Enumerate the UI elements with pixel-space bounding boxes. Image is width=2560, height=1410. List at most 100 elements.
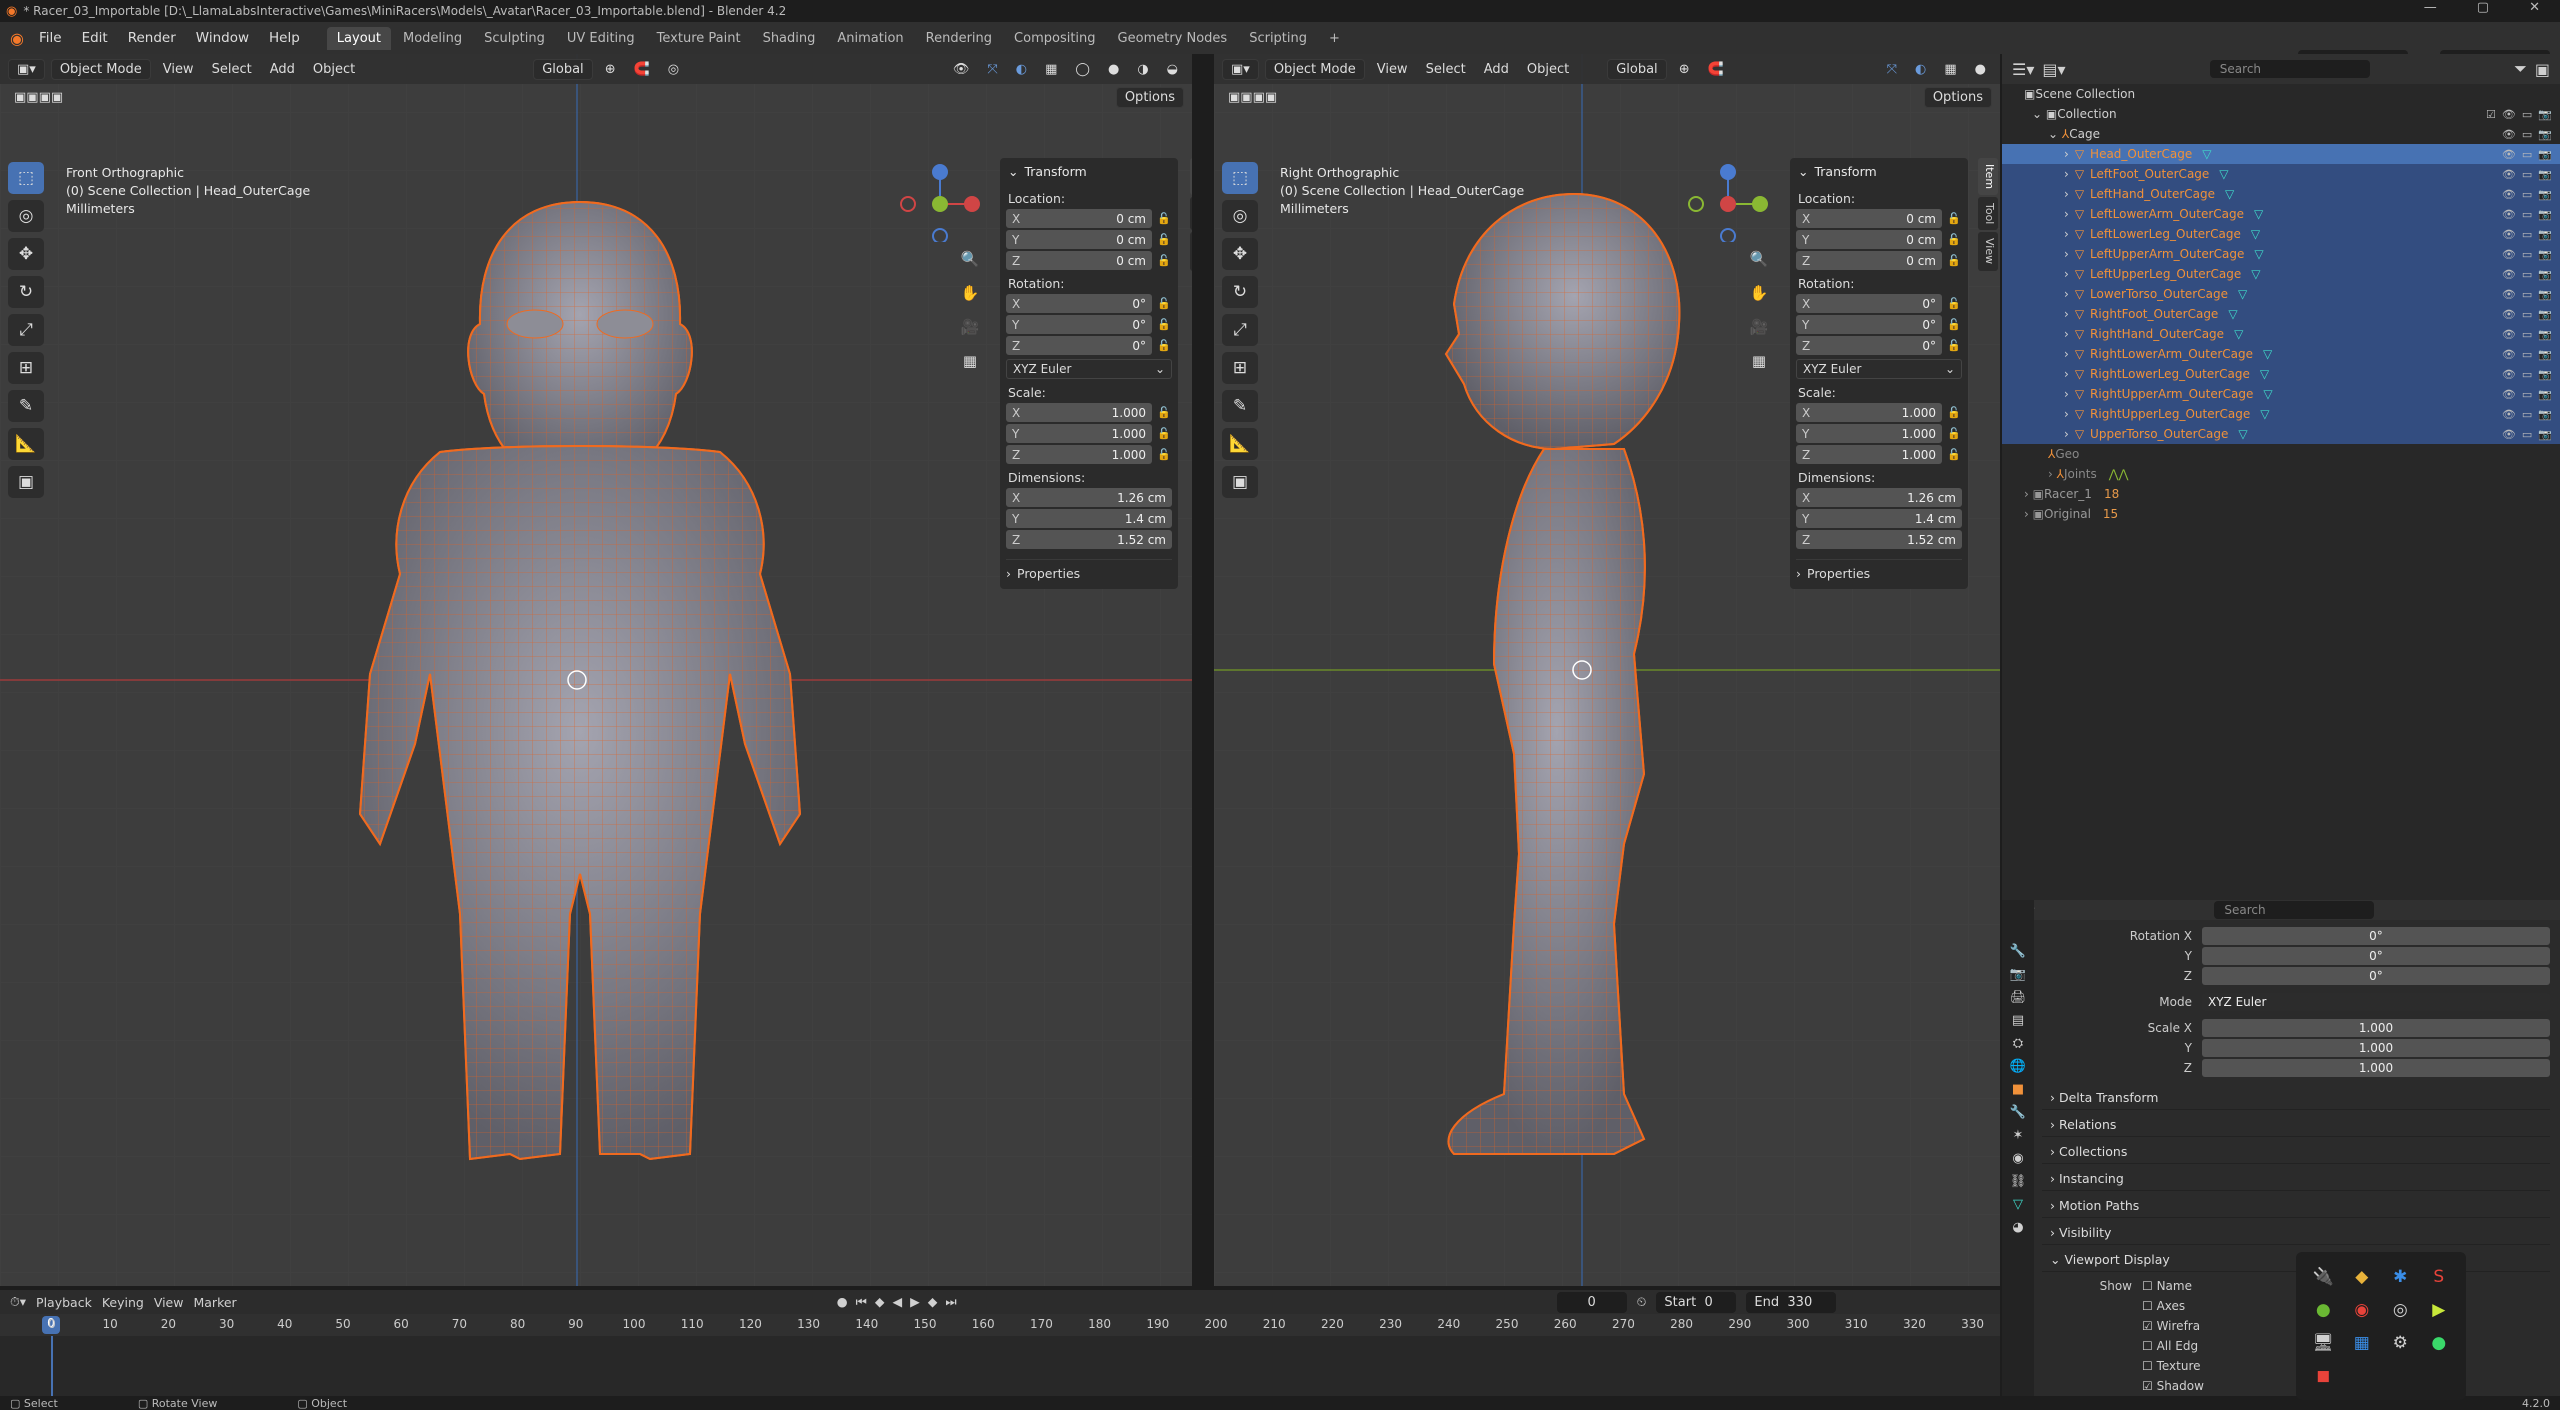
transform-tool-icon[interactable]: ⊞ — [1222, 352, 1258, 384]
shading-solid-icon[interactable]: ● — [1102, 60, 1125, 79]
outliner-cage-row[interactable]: › ▽ LeftUpperArm_OuterCage ▽ 👁 ▭ 📷 — [2002, 244, 2560, 264]
add-menu[interactable]: Add — [1478, 60, 1515, 79]
measure-tool-icon[interactable]: 📐 — [1222, 428, 1258, 460]
game-icon[interactable]: ◉ — [2345, 1295, 2380, 1324]
monitor-icon[interactable]: 🖥 — [2306, 1328, 2341, 1357]
scale-x-field[interactable]: 1.000 — [2202, 1019, 2550, 1037]
camera-icon[interactable]: 🎥 — [1744, 312, 1774, 342]
object-menu[interactable]: Object — [1521, 60, 1575, 79]
tab-animation[interactable]: Animation — [827, 27, 913, 50]
menu-help[interactable]: Help — [260, 27, 309, 49]
collapse-chevron-icon[interactable]: ⌄ — [1798, 164, 1808, 179]
xray-icon[interactable]: ▦ — [1938, 60, 1962, 79]
rotation-z-field[interactable]: 0° — [2202, 967, 2550, 985]
rotation-z-field[interactable]: Z 0° — [1796, 336, 1942, 355]
chevron-right-icon[interactable]: › — [2064, 247, 2069, 261]
outliner-cage-row[interactable]: › ▽ RightUpperArm_OuterCage ▽ 👁 ▭ 📷 — [2002, 384, 2560, 404]
scale-y-field[interactable]: Y 1.000 — [1796, 424, 1942, 443]
ortho-grid-icon[interactable]: ▦ — [1744, 346, 1774, 376]
scale-tool-icon[interactable]: ⤢ — [8, 314, 44, 346]
overlay-icon[interactable]: ◐ — [1010, 60, 1033, 79]
chevron-right-icon[interactable]: › — [2064, 327, 2069, 341]
play-icon[interactable]: ▶ — [910, 1294, 920, 1310]
joints-collection-row[interactable]: › ⅄ Joints ⋀⋀ — [2002, 464, 2560, 484]
chevron-right-icon[interactable]: › — [2064, 427, 2069, 441]
show-wireframe-checkbox[interactable]: ☑ Wirefra — [2142, 1319, 2200, 1333]
lock-icon[interactable]: 🔓 — [1946, 339, 1962, 352]
scale-x-field[interactable]: X 1.000 — [1006, 403, 1152, 422]
tab-layout[interactable]: Layout — [326, 26, 391, 50]
geo-collection-row[interactable]: ⅄ Geo — [2002, 444, 2560, 464]
lock-icon[interactable]: 🔓 — [1946, 427, 1962, 440]
tab-uv-editing[interactable]: UV Editing — [557, 27, 645, 50]
outliner-cage-row[interactable]: › ▽ UpperTorso_OuterCage ▽ 👁 ▭ 📷 — [2002, 424, 2560, 444]
menu-render[interactable]: Render — [119, 27, 185, 49]
marker-menu[interactable]: Marker — [193, 1295, 236, 1310]
sidebar-tab-tool[interactable]: Tool — [1978, 197, 1998, 231]
rotation-y-field[interactable]: 0° — [2202, 947, 2550, 965]
chevron-right-icon[interactable]: › — [2064, 387, 2069, 401]
chevron-right-icon[interactable]: › — [2064, 287, 2069, 301]
annotate-tool-icon[interactable]: ✎ — [8, 390, 44, 422]
annotate-tool-icon[interactable]: ✎ — [1222, 390, 1258, 422]
ortho-grid-icon[interactable]: ▦ — [955, 346, 985, 376]
object-menu[interactable]: Object — [307, 60, 361, 79]
discord-icon[interactable]: ◼ — [2306, 1361, 2341, 1390]
location-x-field[interactable]: X0 cm — [1006, 209, 1152, 228]
timeline-ruler[interactable]: 0 0 10 20 30 40 50 60 70 80 90 100 110 120 130 140 150 1… — [0, 1314, 2000, 1336]
move-tool-icon[interactable]: ✥ — [1222, 238, 1258, 270]
world-tab-icon[interactable]: 🌐 — [2010, 1059, 2026, 1074]
lock-icon[interactable]: 🔓 — [1156, 233, 1172, 246]
usb-icon[interactable]: 🔌 — [2306, 1262, 2341, 1291]
collection-row[interactable]: ⌄ ▣ Collection ☑ 👁 ▭ 📷 — [2002, 104, 2560, 124]
navigation-gizmo[interactable] — [1688, 162, 1768, 242]
show-shadow-checkbox[interactable]: ☑ Shadow — [2142, 1379, 2204, 1393]
play-reverse-icon[interactable]: ◀ — [893, 1294, 903, 1310]
app-red-icon[interactable]: S — [2422, 1262, 2457, 1291]
outliner-search-input[interactable]: Search — [2209, 60, 2370, 78]
lock-icon[interactable]: 🔓 — [1946, 448, 1962, 461]
physics-tab-icon[interactable]: ◉ — [2012, 1151, 2023, 1166]
keying-menu[interactable]: Keying — [102, 1295, 144, 1310]
bluetooth-icon[interactable]: ✱ — [2383, 1262, 2418, 1291]
lock-icon[interactable]: 🔓 — [1946, 212, 1962, 225]
scale-x-field[interactable]: X 1.000 — [1796, 403, 1942, 422]
pan-icon[interactable]: ✋ — [1744, 278, 1774, 308]
lock-icon[interactable]: 🔓 — [1156, 254, 1172, 267]
spotify-icon[interactable]: ● — [2422, 1328, 2457, 1357]
show-axes-checkbox[interactable]: ☐ Axes — [2142, 1299, 2185, 1313]
rotation-x-field[interactable]: 0° — [2202, 927, 2550, 945]
show-all-edges-checkbox[interactable]: ☐ All Edg — [2142, 1339, 2198, 1353]
dimension-z-field[interactable]: Z 1.52 cm — [1796, 530, 1962, 549]
pivot-icon[interactable]: ⊕ — [1673, 60, 1696, 79]
chevron-right-icon[interactable]: › — [2064, 367, 2069, 381]
menu-window[interactable]: Window — [187, 27, 258, 49]
lock-icon[interactable]: 🔓 — [1946, 318, 1962, 331]
navigation-gizmo[interactable] — [900, 162, 980, 242]
chevron-right-icon[interactable]: › — [2064, 347, 2069, 361]
outliner-cage-row[interactable]: › ▽ LeftHand_OuterCage ▽ 👁 ▭ 📷 — [2002, 184, 2560, 204]
close-icon[interactable]: ✕ — [2529, 0, 2540, 15]
transform-tool-icon[interactable]: ⊞ — [8, 352, 44, 384]
relations-section[interactable]: › Relations — [2042, 1113, 2550, 1137]
location-y-field[interactable]: Y0 cm — [1796, 230, 1942, 249]
cage-collection-row[interactable]: ⌄ ⅄ Cage 👁 ▭ 📷 — [2002, 124, 2560, 144]
rotation-y-field[interactable]: Y 0° — [1006, 315, 1152, 334]
maximize-icon[interactable]: ▢ — [2477, 0, 2489, 15]
app-icon[interactable]: ◆ — [2345, 1262, 2380, 1291]
select-box-tool-icon[interactable]: ⬚ — [1222, 162, 1258, 194]
chevron-right-icon[interactable]: › — [2064, 147, 2069, 161]
current-frame-field[interactable]: 0 — [1556, 1291, 1627, 1313]
lock-icon[interactable]: 🔓 — [1156, 427, 1172, 440]
render-tab-icon[interactable]: 📷 — [2010, 967, 2026, 982]
sidebar-tab-item[interactable]: Item — [1978, 158, 1998, 196]
rotation-z-field[interactable]: Z 0° — [1006, 336, 1152, 355]
shading-wire-icon[interactable]: ◯ — [1069, 60, 1096, 79]
lock-icon[interactable]: 🔓 — [1156, 297, 1172, 310]
move-tool-icon[interactable]: ✥ — [8, 238, 44, 270]
tab-geometry-nodes[interactable]: Geometry Nodes — [1108, 27, 1238, 50]
show-texture-checkbox[interactable]: ☐ Texture — [2142, 1359, 2201, 1373]
rotation-x-field[interactable]: X 0° — [1006, 294, 1152, 313]
chevron-right-icon[interactable]: › — [2064, 267, 2069, 281]
editor-type-icon[interactable]: ⏱▾ — [10, 1294, 26, 1310]
